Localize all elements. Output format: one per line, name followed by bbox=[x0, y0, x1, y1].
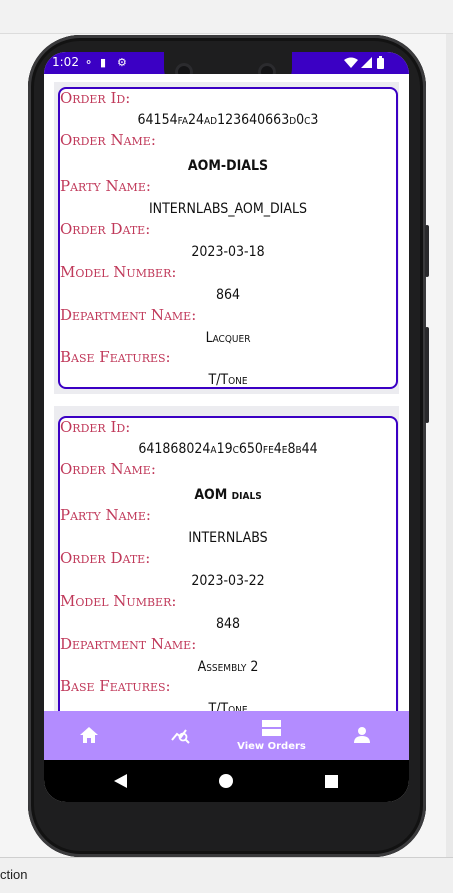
model-number-label: Model Number: bbox=[60, 592, 177, 610]
order-date-label: Order Date: bbox=[60, 549, 151, 567]
signal-icon bbox=[361, 57, 372, 68]
home-circle-icon[interactable] bbox=[219, 774, 233, 788]
order-date-value: 2023-03-22 bbox=[191, 573, 265, 589]
department-name-label: Department Name: bbox=[60, 635, 197, 653]
model-number-value: 848 bbox=[215, 616, 241, 632]
ide-status-text: ction bbox=[0, 867, 28, 882]
party-name-label: Party Name: bbox=[60, 177, 151, 195]
ide-status-bar: ction bbox=[0, 857, 453, 893]
model-number-value: 864 bbox=[215, 287, 241, 303]
order-id-value: 641868024a19c650fe4e8b44 bbox=[138, 441, 318, 457]
nav-view-orders-label: View Orders bbox=[237, 741, 306, 752]
order-id-value: 64154fa24ad123640663d0c3 bbox=[137, 112, 319, 128]
system-navigation-bar bbox=[44, 760, 409, 802]
base-features-label: Base Features: bbox=[60, 348, 171, 366]
status-time: 1:02 bbox=[52, 55, 79, 69]
recents-icon[interactable] bbox=[325, 775, 338, 788]
wifi-icon bbox=[344, 57, 358, 68]
order-id-label: Order Id: bbox=[60, 89, 131, 107]
ide-toolbar bbox=[0, 0, 453, 34]
nav-home[interactable] bbox=[44, 711, 135, 760]
department-name-value: Lacquer bbox=[205, 330, 251, 346]
nav-profile[interactable] bbox=[317, 711, 408, 760]
party-name-label: Party Name: bbox=[60, 506, 151, 524]
power-button bbox=[425, 225, 429, 277]
order-name-value: AOM-DIALS bbox=[187, 158, 269, 174]
person-icon bbox=[354, 727, 370, 743]
order-id-label: Order Id: bbox=[60, 418, 131, 436]
base-features-value: T/Tone bbox=[208, 372, 248, 388]
view-orders-icon bbox=[262, 720, 281, 736]
base-features-label: Base Features: bbox=[60, 677, 171, 695]
order-name-label: Order Name: bbox=[60, 131, 156, 149]
model-number-label: Model Number: bbox=[60, 263, 177, 281]
device-screen: 1:02 ⚬ ▮ ⚙ Order Id: 64154fa24ad12364066… bbox=[44, 52, 409, 802]
party-name-value: INTERNLABS_AOM_DIALS bbox=[148, 201, 308, 217]
order-date-value: 2023-03-18 bbox=[191, 244, 265, 260]
sd-card-icon: ▮ bbox=[100, 56, 107, 69]
order-name-value: AOM dials bbox=[194, 487, 262, 503]
orders-list[interactable]: Order Id: 64154fa24ad123640663d0c3 Order… bbox=[44, 74, 409, 711]
volume-button bbox=[425, 327, 429, 423]
analytics-search-icon bbox=[171, 729, 190, 744]
party-name-value: INTERNLABS bbox=[188, 530, 268, 546]
order-card[interactable]: Order Id: 64154fa24ad123640663d0c3 Order… bbox=[58, 87, 398, 389]
base-features-value: T/Tone bbox=[208, 701, 248, 711]
battery-icon bbox=[377, 56, 384, 69]
order-date-label: Order Date: bbox=[60, 220, 151, 238]
ide-scrollbar[interactable] bbox=[446, 34, 453, 857]
nav-analytics-search[interactable] bbox=[135, 711, 226, 760]
order-name-label: Order Name: bbox=[60, 460, 156, 478]
usb-icon: ⚬ bbox=[84, 56, 94, 69]
back-icon[interactable] bbox=[114, 774, 127, 788]
home-icon bbox=[80, 727, 98, 743]
department-name-value: Assembly 2 bbox=[197, 659, 259, 675]
settings-gear-icon: ⚙ bbox=[117, 56, 127, 69]
nav-view-orders[interactable]: View Orders bbox=[226, 711, 317, 760]
bottom-navigation: View Orders bbox=[44, 711, 409, 760]
department-name-label: Department Name: bbox=[60, 306, 197, 324]
order-card[interactable]: Order Id: 641868024a19c650fe4e8b44 Order… bbox=[58, 416, 398, 711]
